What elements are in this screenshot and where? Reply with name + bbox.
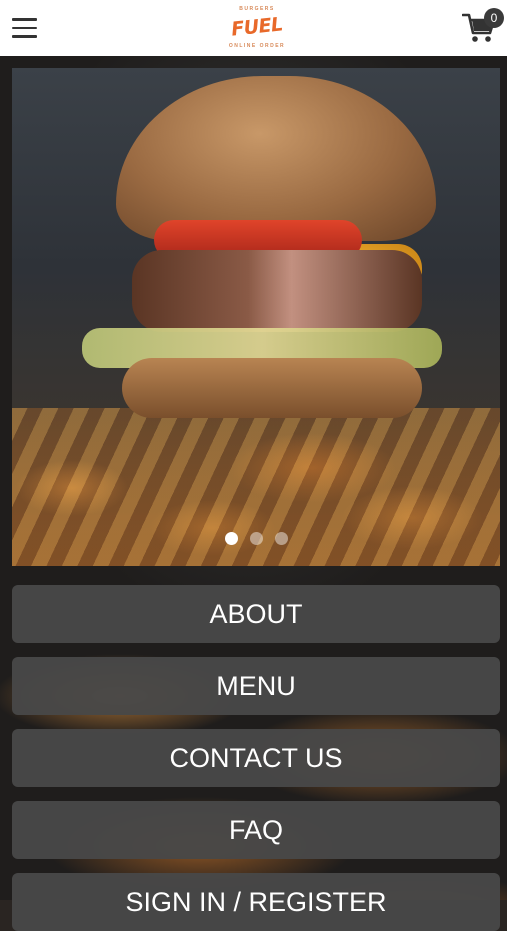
- slider-pagination: [12, 532, 500, 548]
- hero-slider[interactable]: [12, 68, 500, 566]
- faq-button[interactable]: FAQ: [12, 801, 500, 859]
- brand-logo[interactable]: BURGERS FUEL ONLINE ORDER: [227, 2, 287, 54]
- slider-dot-3[interactable]: [274, 532, 288, 545]
- about-button[interactable]: ABOUT: [12, 585, 500, 643]
- logo-bottom-text: ONLINE ORDER: [228, 43, 286, 49]
- cart-count-badge: 0: [484, 8, 504, 28]
- logo-top-text: BURGERS: [239, 6, 275, 12]
- logo-wordmark: FUEL: [230, 13, 284, 41]
- contact-us-button[interactable]: CONTACT US: [12, 729, 500, 787]
- slider-dot-1[interactable]: [224, 532, 238, 545]
- sign-in-register-button[interactable]: SIGN IN / REGISTER: [12, 873, 500, 931]
- slider-dot-2[interactable]: [249, 532, 263, 545]
- top-header: BURGERS FUEL ONLINE ORDER 0: [0, 0, 507, 56]
- hamburger-icon[interactable]: [12, 18, 37, 38]
- menu-button[interactable]: MENU: [12, 657, 500, 715]
